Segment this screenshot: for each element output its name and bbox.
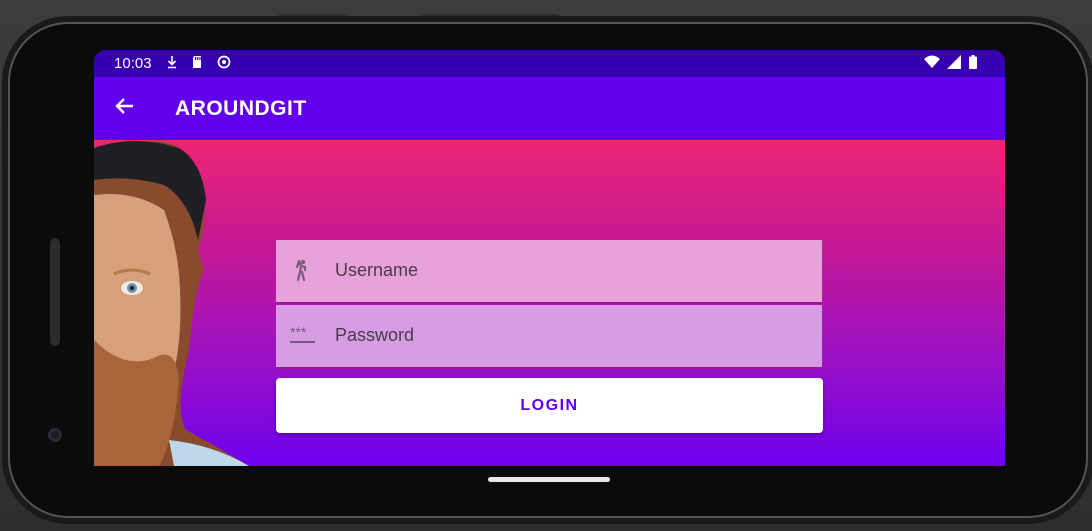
wifi-icon bbox=[923, 55, 940, 68]
status-notification-icons bbox=[166, 55, 231, 70]
login-button[interactable]: LOGIN bbox=[276, 378, 823, 433]
front-camera bbox=[48, 428, 62, 442]
speaker-grille bbox=[50, 238, 60, 346]
status-bar: 10:03 bbox=[94, 50, 1005, 77]
username-placeholder: Username bbox=[335, 260, 419, 280]
username-field[interactable]: Username bbox=[276, 240, 822, 304]
status-system-icons bbox=[923, 55, 977, 70]
login-content-area: Username *** Password LOGIN bbox=[94, 140, 1005, 466]
signal-icon bbox=[947, 55, 962, 69]
gesture-navigation-bar[interactable] bbox=[488, 477, 610, 482]
power-button bbox=[420, 14, 560, 20]
person-icon bbox=[290, 258, 314, 282]
sync-icon bbox=[217, 55, 231, 69]
device-frame-background: 10:03 AROUNDGIT Username *** Password LO… bbox=[0, 0, 1092, 531]
volume-button bbox=[278, 14, 348, 20]
portrait-image bbox=[94, 141, 249, 466]
sd-card-icon bbox=[193, 56, 202, 68]
app-toolbar: AROUNDGIT bbox=[94, 77, 1005, 140]
svg-text:***: *** bbox=[290, 324, 307, 340]
login-button-label: LOGIN bbox=[520, 396, 579, 414]
password-placeholder: Password bbox=[335, 325, 415, 345]
device-screen: 10:03 AROUNDGIT Username *** Password LO… bbox=[94, 50, 1005, 466]
arrow-back-icon[interactable] bbox=[114, 95, 136, 123]
download-icon bbox=[167, 56, 177, 69]
password-dots-icon: *** bbox=[290, 323, 315, 347]
battery-icon bbox=[969, 55, 977, 69]
status-time: 10:03 bbox=[114, 55, 152, 72]
app-title: AROUNDGIT bbox=[175, 97, 307, 120]
password-field[interactable]: *** Password bbox=[276, 305, 822, 369]
